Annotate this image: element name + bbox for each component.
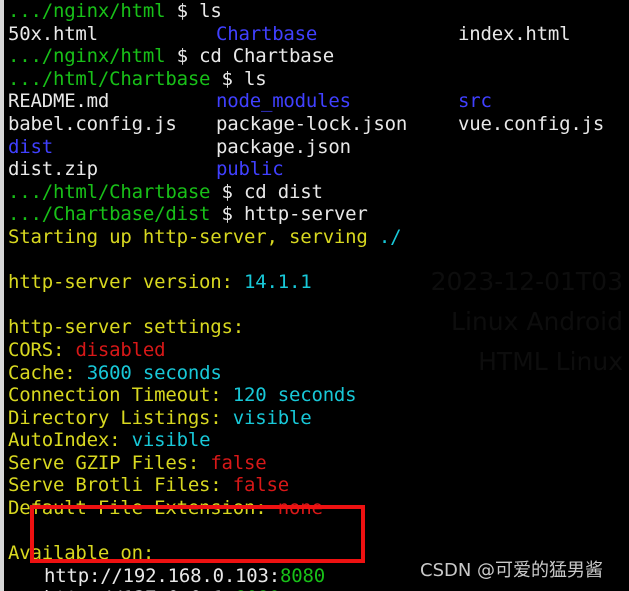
prompt-sigil: $ xyxy=(210,203,245,226)
server-port[interactable]: 8080 xyxy=(280,565,325,587)
setting-value: false xyxy=(210,451,267,474)
setting-label: Cache: xyxy=(8,361,87,384)
file-entry: README.md xyxy=(8,90,110,113)
server-setting-line: Connection Timeout: 120 seconds xyxy=(0,384,629,407)
setting-label: Starting up http-server, serving xyxy=(8,225,379,248)
directory-listing-row: dist.zip public xyxy=(0,158,629,181)
prompt-command: http-server xyxy=(244,203,368,226)
prompt-command: cd Chartbase xyxy=(199,45,334,68)
setting-label: CORS: xyxy=(8,338,76,361)
server-setting-line: Cache: 3600 seconds xyxy=(0,362,629,385)
server-setting-line: Starting up http-server, serving ./ xyxy=(0,226,629,249)
file-entry: babel.config.js xyxy=(8,112,177,135)
file-entry: package.json xyxy=(216,135,351,158)
setting-value: ./ xyxy=(378,225,402,248)
setting-value: visible xyxy=(131,429,211,452)
setting-label: Directory Listings: xyxy=(8,406,233,429)
directory-listing-row: 50x.html Chartbase index.html xyxy=(0,23,629,46)
directory-listing-row: babel.config.js package-lock.json vue.conf… xyxy=(0,113,629,136)
prompt-path: .../Chartbase/dist xyxy=(8,203,211,226)
terminal-prompt-line: .../nginx/html $ ls xyxy=(0,0,629,23)
server-url[interactable]: http://192.168.0.103: xyxy=(44,565,280,587)
setting-label: Available on: xyxy=(8,542,155,565)
server-port[interactable]: 8080 xyxy=(235,587,280,591)
prompt-path: .../html/Chartbase xyxy=(8,180,211,203)
terminal-prompt-line: .../nginx/html $ cd Chartbase xyxy=(0,45,629,68)
setting-value: none xyxy=(277,497,323,520)
window-edge-strip xyxy=(0,0,4,591)
prompt-command: ls xyxy=(199,0,222,22)
file-entry: vue.config.js xyxy=(458,112,605,135)
setting-label: http-server version: xyxy=(8,271,245,294)
server-setting-line: Serve Brotli Files: false xyxy=(0,474,629,497)
prompt-sigil: $ xyxy=(165,0,200,22)
directory-entry: Chartbase xyxy=(216,22,318,45)
prompt-path: .../nginx/html xyxy=(8,45,166,68)
setting-label: AutoIndex: xyxy=(8,429,132,452)
directory-entry: src xyxy=(458,90,492,113)
setting-value: 14.1.1 xyxy=(244,271,312,294)
setting-value: visible xyxy=(232,406,312,429)
server-setting-line: AutoIndex: visible xyxy=(0,429,629,452)
server-setting-line: http-server version: 14.1.1 xyxy=(0,271,629,294)
server-url[interactable]: http://127.0.0.1: xyxy=(44,587,235,591)
file-entry: 50x.html xyxy=(8,22,98,45)
setting-value: false xyxy=(232,474,289,497)
file-entry: package-lock.json xyxy=(216,112,408,135)
directory-entry: dist xyxy=(8,135,53,158)
prompt-command: cd dist xyxy=(244,180,323,203)
prompt-path: .../nginx/html xyxy=(8,0,166,22)
directory-entry: node_modules xyxy=(216,90,351,113)
directory-listing-row: dist package.json xyxy=(0,136,629,159)
file-entry: index.html xyxy=(458,22,571,45)
prompt-sigil: $ xyxy=(165,45,200,68)
terminal-window[interactable]: 2023-12-01T03 Linux Android HTML Linux .… xyxy=(0,0,629,591)
server-setting-line: Directory Listings: visible xyxy=(0,407,629,430)
setting-value: 120 seconds xyxy=(232,384,357,407)
server-setting-line: Default File Extension: none xyxy=(0,497,629,520)
terminal-prompt-line: .../Chartbase/dist $ http-server xyxy=(0,203,629,226)
prompt-path: .../html/Chartbase xyxy=(8,67,211,90)
setting-label: Connection Timeout: xyxy=(8,384,233,407)
terminal-prompt-line: .../html/Chartbase $ ls xyxy=(0,68,629,91)
server-url-line: http://127.0.0.1:8080 xyxy=(0,587,629,591)
setting-label: Serve GZIP Files: xyxy=(8,451,211,474)
setting-value: disabled xyxy=(75,338,166,361)
setting-value: 3600 seconds xyxy=(86,361,222,384)
setting-label: Default File Extension: xyxy=(8,497,278,520)
directory-listing-row: README.md node_modules src xyxy=(0,90,629,113)
directory-entry: public xyxy=(216,158,284,181)
terminal-prompt-line: .../html/Chartbase $ cd dist xyxy=(0,181,629,204)
server-setting-line: Serve GZIP Files: false xyxy=(0,452,629,475)
terminal-output[interactable]: .../nginx/html $ ls 50x.html Chartbase inde… xyxy=(0,0,629,591)
csdn-watermark: CSDN @可爱的猛男酱 xyxy=(420,560,604,581)
setting-label: Serve Brotli Files: xyxy=(8,474,233,497)
server-setting-line: http-server settings: xyxy=(0,316,629,339)
server-setting-line: CORS: disabled xyxy=(0,339,629,362)
setting-label: http-server settings: xyxy=(8,316,245,339)
prompt-command: ls xyxy=(244,67,267,90)
file-entry: dist.zip xyxy=(8,158,98,181)
prompt-sigil: $ xyxy=(210,180,245,203)
prompt-sigil: $ xyxy=(210,67,245,90)
